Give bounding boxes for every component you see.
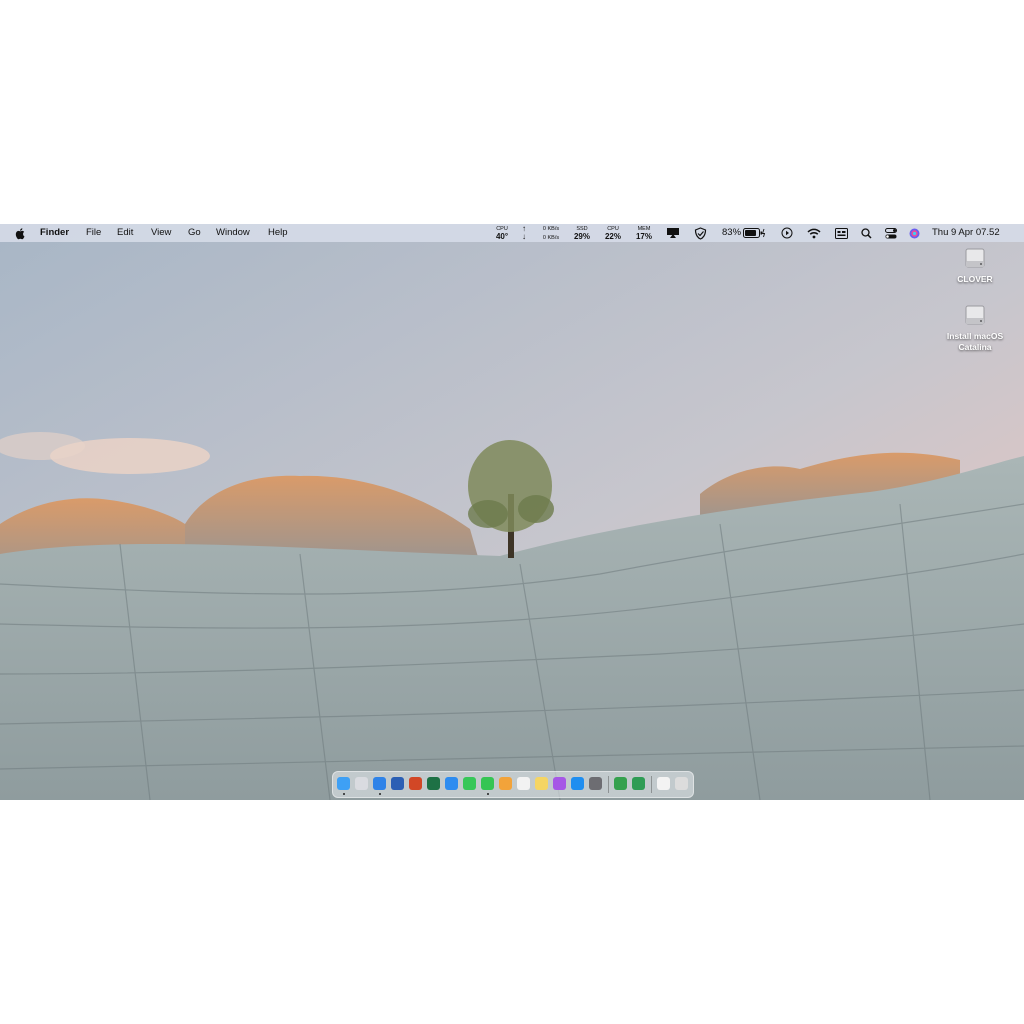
cpu-temp-value: 40°	[495, 232, 509, 241]
desktop-drive-install-macos[interactable]: Install macOS Catalina	[935, 305, 1015, 353]
dock-finder-icon[interactable]	[337, 777, 350, 790]
mem-stat[interactable]: MEM 17%	[629, 225, 659, 241]
dock-adguard-icon[interactable]	[614, 777, 627, 790]
siri-icon[interactable]	[909, 224, 920, 242]
ssd-value: 29%	[573, 232, 590, 241]
dock-separator	[608, 776, 609, 793]
desktop-wallpaper	[0, 224, 1024, 800]
mem-value: 17%	[635, 232, 652, 241]
network-stat[interactable]: 0 KB/s 0 KB/s	[534, 225, 568, 242]
network-down-value: 0 KB/s	[542, 235, 560, 241]
dock-excel-icon[interactable]	[427, 777, 440, 790]
menu-help[interactable]: Help	[268, 224, 288, 242]
dock-battery-app-icon[interactable]	[632, 777, 645, 790]
cpu-temp-stat[interactable]: CPU 40°	[487, 225, 517, 241]
control-center-icon[interactable]	[885, 224, 897, 242]
desktop-screen: Finder File Edit View Go Window Help CPU…	[0, 224, 1024, 800]
dock-messages-icon[interactable]	[481, 777, 494, 790]
wifi-icon[interactable]	[807, 224, 821, 242]
drive-icon	[965, 305, 985, 325]
dock-running-indicator	[378, 793, 381, 795]
menu-clock[interactable]: Thu 9 Apr 07.52	[932, 224, 1000, 242]
dock-launchpad-icon[interactable]	[355, 777, 368, 790]
menu-edit[interactable]: Edit	[117, 224, 133, 242]
adguard-shield-icon[interactable]	[694, 224, 707, 242]
battery-charging-icon[interactable]	[743, 224, 767, 242]
dock-word-icon[interactable]	[391, 777, 404, 790]
menu-view[interactable]: View	[151, 224, 171, 242]
ssd-stat[interactable]: SSD 29%	[567, 225, 597, 241]
desktop-drive-label: CLOVER	[957, 274, 993, 284]
dock-system-preferences-icon[interactable]	[589, 777, 602, 790]
menu-file[interactable]: File	[86, 224, 101, 242]
dock-documents-stack-icon[interactable]	[657, 777, 670, 790]
network-arrows-icon: ↑ ↓	[522, 224, 526, 241]
apple-logo-icon[interactable]	[14, 224, 26, 242]
spotlight-search-icon[interactable]	[861, 224, 872, 242]
dock-notes-icon[interactable]	[535, 777, 548, 790]
menu-bar: Finder File Edit View Go Window Help CPU…	[0, 224, 1024, 242]
dock-running-indicator	[342, 793, 345, 795]
dock-running-indicator	[486, 793, 489, 795]
dock-app-store-icon[interactable]	[571, 777, 584, 790]
dock-safari-icon[interactable]	[373, 777, 386, 790]
dock-powerpoint-icon[interactable]	[409, 777, 422, 790]
menu-app-name[interactable]: Finder	[40, 224, 69, 242]
dock-facetime-icon[interactable]	[463, 777, 476, 790]
input-source-icon[interactable]	[835, 224, 848, 242]
cpu-usage-stat[interactable]: CPU 22%	[598, 225, 628, 241]
now-playing-icon[interactable]	[781, 224, 793, 242]
drive-icon	[965, 248, 985, 268]
desktop-drive-label: Install macOS Catalina	[946, 331, 1004, 352]
network-up-value: 0 KB/s	[542, 226, 560, 232]
dock-podcasts-icon[interactable]	[553, 777, 566, 790]
battery-percent[interactable]: 83%	[722, 224, 741, 242]
desktop-drive-clover[interactable]: CLOVER	[935, 248, 1015, 285]
cpu-usage-value: 22%	[604, 232, 621, 241]
dock-mail-icon[interactable]	[445, 777, 458, 790]
menu-window[interactable]: Window	[216, 224, 250, 242]
display-icon[interactable]	[666, 224, 680, 242]
dock-photos-icon[interactable]	[499, 777, 512, 790]
dock-separator	[651, 776, 652, 793]
menu-go[interactable]: Go	[188, 224, 201, 242]
dock-reminders-icon[interactable]	[517, 777, 530, 790]
dock	[332, 771, 694, 798]
dock-trash-icon[interactable]	[675, 777, 688, 790]
